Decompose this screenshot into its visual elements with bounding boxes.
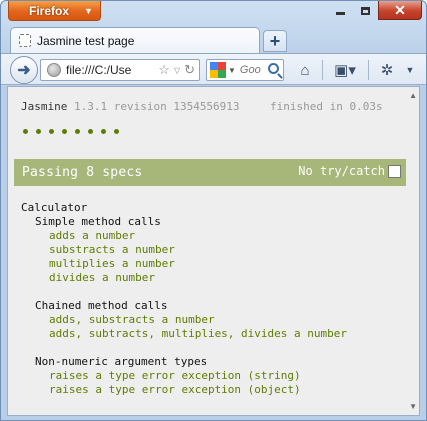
- home-icon: ⌂: [300, 61, 310, 79]
- tab-jasmine[interactable]: Jasmine test page: [10, 27, 260, 53]
- plus-icon: +: [269, 30, 281, 51]
- navigation-toolbar: ➜ file:///C:/Use ☆ ▽ ↻ ▼ Goo ⌂ ▣▾ ✲ ▼: [1, 53, 426, 85]
- bookmarks-menu-icon: ▣▾: [334, 62, 356, 79]
- run-duration: finished in 0.03s: [270, 100, 383, 113]
- page-icon: [19, 34, 31, 47]
- jasmine-title: Jasmine: [21, 100, 68, 113]
- suite-name[interactable]: Non-numeric argument types: [21, 355, 347, 369]
- spec-item[interactable]: multiplies a number: [21, 257, 347, 271]
- chevron-down-icon: ▼: [84, 6, 93, 16]
- passed-spec-dot: [23, 129, 28, 134]
- addon-icon: ✲: [380, 62, 394, 79]
- window-controls: ✕: [328, 1, 422, 20]
- google-icon[interactable]: [210, 62, 226, 78]
- globe-icon: [47, 63, 61, 77]
- results-tree: Calculator Simple method calls adds a nu…: [21, 201, 347, 397]
- passed-spec-dot: [49, 129, 54, 134]
- suite-name[interactable]: Simple method calls: [21, 215, 347, 229]
- chevron-down-icon: ▼: [405, 65, 415, 75]
- new-tab-button[interactable]: +: [263, 30, 287, 52]
- suite-name[interactable]: Chained method calls: [21, 299, 347, 313]
- spec-item[interactable]: raises a type error exception (string): [21, 369, 347, 383]
- toolbar-divider: [368, 60, 369, 80]
- passed-spec-dot: [75, 129, 80, 134]
- url-text: file:///C:/Use: [66, 63, 132, 77]
- vertical-scrollbar[interactable]: ▲ ▼: [406, 87, 419, 415]
- firefox-menu-label: Firefox: [29, 3, 70, 18]
- toolbar-menu-button[interactable]: ▼: [402, 58, 418, 82]
- scroll-down-icon[interactable]: ▼: [409, 402, 417, 411]
- addon-button[interactable]: ✲: [376, 58, 398, 82]
- spec-item[interactable]: adds, subtracts, multiplies, divides a n…: [21, 327, 347, 341]
- passed-spec-dot: [114, 129, 119, 134]
- history-dropdown-icon[interactable]: ▽: [174, 66, 180, 75]
- passed-spec-dot: [62, 129, 67, 134]
- reload-icon[interactable]: ↻: [184, 62, 195, 78]
- scroll-up-icon[interactable]: ▲: [409, 91, 417, 100]
- url-bar[interactable]: file:///C:/Use ☆ ▽ ↻: [40, 59, 200, 81]
- passed-spec-dot: [101, 129, 106, 134]
- suite-root[interactable]: Calculator: [21, 201, 347, 215]
- page-viewport: Jasmine 1.3.1 revision 1354556913 finish…: [7, 86, 420, 416]
- back-button[interactable]: ➜: [10, 56, 38, 84]
- bookmark-star-icon[interactable]: ☆: [158, 62, 170, 78]
- tab-strip: Jasmine test page +: [1, 25, 426, 53]
- passed-spec-dot: [88, 129, 93, 134]
- title-bar: Firefox ▼ ✕: [1, 1, 426, 25]
- toolbar-divider: [322, 60, 323, 80]
- passing-bar: Passing 8 specs No try/catch: [14, 159, 407, 186]
- status-text: Passing 8 specs: [22, 165, 143, 180]
- jasmine-version: 1.3.1 revision 1354556913: [73, 100, 240, 113]
- home-button[interactable]: ⌂: [292, 58, 318, 82]
- spec-status-dots: [23, 125, 119, 134]
- no-try-catch-checkbox[interactable]: [388, 164, 401, 178]
- spec-item[interactable]: adds, substracts a number: [21, 313, 347, 327]
- browser-window: Firefox ▼ ✕ Jasmine test page + ➜ file:/…: [0, 0, 427, 421]
- close-icon: ✕: [394, 1, 406, 18]
- maximize-icon: [361, 6, 370, 15]
- close-button[interactable]: ✕: [378, 1, 422, 20]
- search-icon[interactable]: [268, 63, 279, 74]
- search-engine-dropdown-icon[interactable]: ▼: [228, 66, 236, 75]
- no-try-catch-option[interactable]: No try/catch: [298, 164, 401, 178]
- search-bar[interactable]: ▼ Goo: [206, 59, 284, 81]
- spec-item[interactable]: divides a number: [21, 271, 347, 285]
- back-arrow-icon: ➜: [17, 62, 31, 79]
- bookmarks-button[interactable]: ▣▾: [330, 58, 360, 82]
- spec-item[interactable]: raises a type error exception (object): [21, 383, 347, 397]
- spec-item[interactable]: adds a number: [21, 229, 347, 243]
- spec-item[interactable]: substracts a number: [21, 243, 347, 257]
- firefox-menu-button[interactable]: Firefox ▼: [8, 1, 101, 21]
- passed-spec-dot: [36, 129, 41, 134]
- maximize-button[interactable]: [353, 1, 378, 20]
- jasmine-banner: Jasmine 1.3.1 revision 1354556913 finish…: [21, 100, 383, 113]
- url-bar-icons: ☆ ▽ ↻: [158, 62, 195, 78]
- search-input[interactable]: Goo: [240, 64, 264, 76]
- minimize-icon: [336, 12, 345, 15]
- minimize-button[interactable]: [328, 1, 353, 20]
- tab-title: Jasmine test page: [37, 33, 135, 48]
- option-label: No try/catch: [298, 164, 385, 178]
